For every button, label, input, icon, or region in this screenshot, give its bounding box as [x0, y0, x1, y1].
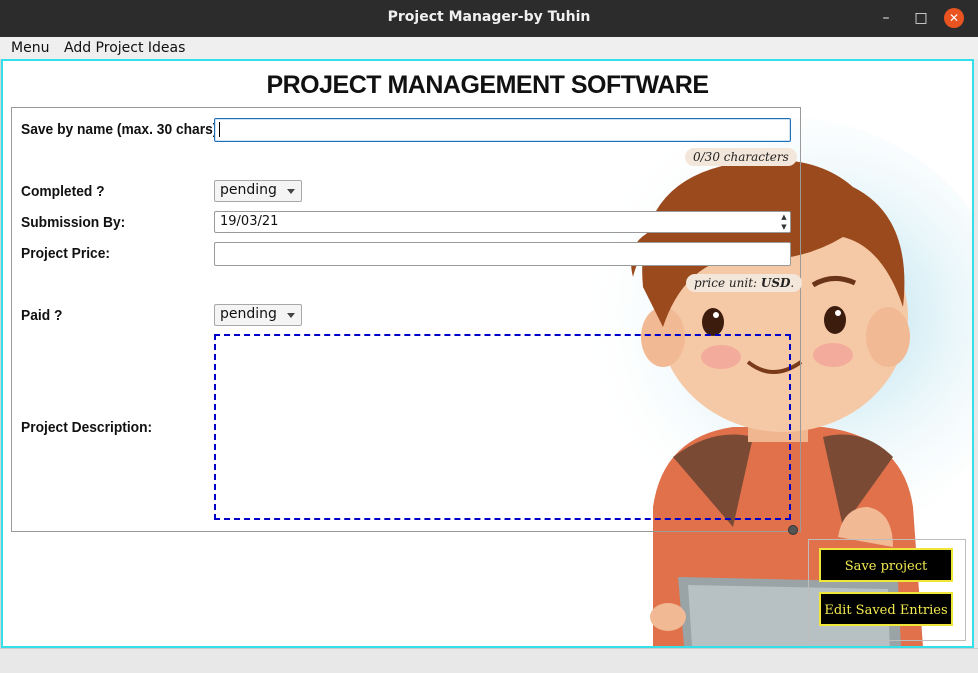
- chevron-down-icon: [287, 189, 295, 194]
- window-title: Project Manager-by Tuhin: [387, 9, 591, 25]
- action-button-panel: Save project Edit Saved Entries: [808, 539, 966, 641]
- completed-dropdown-value: pending: [220, 182, 277, 198]
- close-icon[interactable]: ✕: [944, 8, 964, 28]
- minimize-icon[interactable]: –: [876, 8, 896, 28]
- paid-dropdown-value: pending: [220, 306, 277, 322]
- submission-date-value: 19/03/21: [220, 214, 279, 229]
- window-title-bar: Project Manager-by Tuhin – □ ✕: [0, 0, 978, 37]
- submission-date-input[interactable]: 19/03/21 ▲ ▼: [214, 211, 791, 233]
- price-hint-unit: USD: [760, 276, 791, 290]
- completed-label: Completed ?: [21, 183, 105, 200]
- edit-saved-entries-button[interactable]: Edit Saved Entries: [819, 592, 953, 626]
- name-label: Save by name (max. 30 chars):: [21, 121, 222, 138]
- paid-dropdown[interactable]: pending: [214, 304, 302, 326]
- main-content: PROJECT MANAGEMENT SOFTWARE Save by name…: [1, 59, 974, 648]
- price-label: Project Price:: [21, 245, 110, 262]
- price-hint-prefix: price unit:: [694, 276, 761, 290]
- spinbox-arrows-icon[interactable]: ▲ ▼: [778, 212, 790, 232]
- save-project-button[interactable]: Save project: [819, 548, 953, 582]
- status-bar: [0, 648, 978, 673]
- name-input[interactable]: [214, 118, 791, 142]
- char-count-hint: 0/30 characters: [685, 148, 797, 166]
- price-unit-hint: price unit: USD.: [686, 274, 803, 292]
- page-title: PROJECT MANAGEMENT SOFTWARE: [266, 71, 709, 99]
- price-hint-suffix: .: [790, 276, 795, 290]
- price-input[interactable]: [214, 242, 791, 266]
- submission-label: Submission By:: [21, 214, 126, 231]
- text-cursor: [219, 122, 220, 137]
- resize-handle-icon[interactable]: [788, 525, 798, 535]
- menu-bar: Menu Add Project Ideas: [0, 37, 978, 59]
- paid-label: Paid ?: [21, 307, 63, 324]
- maximize-icon[interactable]: □: [911, 8, 931, 28]
- completed-dropdown[interactable]: pending: [214, 180, 302, 202]
- menu-item-menu[interactable]: Menu: [11, 40, 49, 56]
- menu-item-add-project-ideas[interactable]: Add Project Ideas: [64, 40, 185, 56]
- description-textarea[interactable]: [214, 334, 791, 520]
- description-label: Project Description:: [21, 419, 153, 436]
- chevron-down-icon: [287, 313, 295, 318]
